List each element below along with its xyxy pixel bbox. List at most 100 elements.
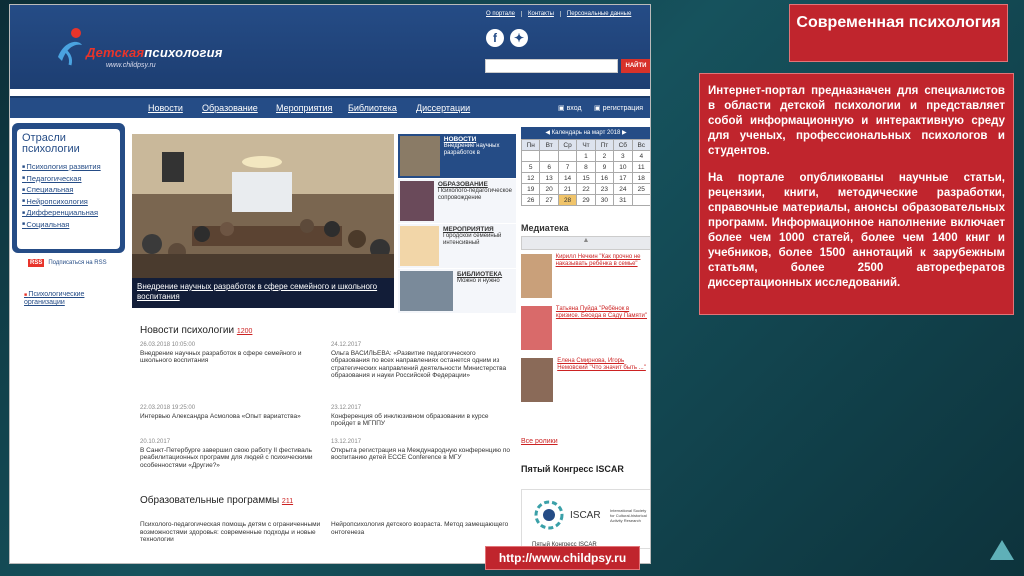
calendar-day[interactable]: 22 xyxy=(576,183,596,195)
calendar-day[interactable]: 2 xyxy=(594,150,615,162)
nav-library[interactable]: Библиотека xyxy=(348,103,397,113)
media-item[interactable]: Елена Смирнова, Игорь Немовский "Что зна… xyxy=(521,358,650,406)
calendar-day[interactable]: 24 xyxy=(613,183,633,195)
news-date: 13.12.2017 xyxy=(331,439,362,445)
calendar-day[interactable]: 27 xyxy=(539,194,559,206)
calendar-day[interactable]: 20 xyxy=(539,183,559,195)
side-news-item[interactable]: ОБРАЗОВАНИЕ Психолого-педагогическое сопр… xyxy=(398,179,516,223)
top-link-personal-data[interactable]: Персональные данные xyxy=(567,11,637,17)
branch-link[interactable]: Психология развития xyxy=(22,161,115,173)
calendar-day[interactable]: 15 xyxy=(576,172,596,184)
search-input[interactable] xyxy=(485,59,618,73)
nav-events[interactable]: Мероприятия xyxy=(276,103,332,113)
edu-item[interactable]: Нейропсихология детского возраста. Метод… xyxy=(331,521,513,536)
calendar-day[interactable]: 29 xyxy=(576,194,596,206)
calendar-day[interactable]: 11 xyxy=(631,161,650,173)
branch-link[interactable]: Дифференциальная xyxy=(22,207,115,219)
calendar-day[interactable]: 14 xyxy=(557,172,578,184)
slide-title: Современная психология xyxy=(789,4,1008,62)
register-link[interactable]: ▣ регистрация xyxy=(594,104,643,112)
calendar-day[interactable]: 6 xyxy=(539,161,559,173)
next-slide-icon[interactable] xyxy=(990,540,1014,560)
calendar-day[interactable]: 9 xyxy=(594,161,615,173)
calendar-day[interactable]: 10 xyxy=(613,161,633,173)
side-news-item[interactable]: БИБЛИОТЕКА Можно и нужно xyxy=(398,269,516,313)
calendar-day[interactable]: 18 xyxy=(631,172,650,184)
calendar-day[interactable]: 26 xyxy=(520,194,541,206)
media-item[interactable]: Кирилл Нечкин "Как прочно не наказывать … xyxy=(521,254,650,302)
calendar-day[interactable]: 23 xyxy=(594,183,615,195)
media-item[interactable]: Татьяна Пуйда "Ребёнок в кризисе. Беседа… xyxy=(521,306,650,354)
calendar: ◀ Календарь на март 2018 ▶ Пн Вт Ср Чт Пт Сб В… xyxy=(520,127,650,206)
calendar-day[interactable]: 3 xyxy=(613,150,633,162)
calendar-day[interactable]: 4 xyxy=(631,150,650,162)
side-news-item[interactable]: МЕРОПРИЯТИЯ Городской семейный интенсивны… xyxy=(398,224,516,268)
twitter-icon[interactable]: ✦ xyxy=(510,29,528,47)
calendar-weekday: Пт xyxy=(594,139,615,151)
calendar-day xyxy=(557,150,578,162)
calendar-day xyxy=(631,194,650,206)
calendar-day[interactable]: 17 xyxy=(613,172,633,184)
calendar-title: Календарь на март 2018 xyxy=(551,130,621,136)
calendar-weekday: Пн xyxy=(520,139,541,151)
rss-link[interactable]: RSS Подписаться на RSS xyxy=(28,259,107,267)
login-link[interactable]: ▣ вход xyxy=(558,104,582,112)
calendar-day[interactable]: 12 xyxy=(520,172,541,184)
facebook-icon[interactable]: f xyxy=(486,29,504,47)
calendar-day[interactable]: 25 xyxy=(631,183,650,195)
nav-dissertations[interactable]: Диссертации xyxy=(416,103,470,113)
calendar-day[interactable]: 21 xyxy=(557,183,578,195)
nav-news[interactable]: Новости xyxy=(148,103,183,113)
slide-url[interactable]: http://www.childpsy.ru xyxy=(485,546,640,570)
main-news-caption[interactable]: Внедрение научных разработок в сфере сем… xyxy=(132,278,394,308)
calendar-day[interactable]: 8 xyxy=(576,161,596,173)
edu-item[interactable]: Психолого-педагогическая помощь детям с … xyxy=(140,521,322,544)
calendar-day[interactable]: 13 xyxy=(539,172,559,184)
branch-link[interactable]: Социальная xyxy=(22,219,115,231)
all-videos-link[interactable]: Все ролики xyxy=(521,438,558,445)
news-item[interactable]: 20.10.2017 В Санкт-Петербурге завершил св… xyxy=(140,439,322,469)
branch-link[interactable]: Специальная xyxy=(22,184,115,196)
branch-link[interactable]: Нейропсихология xyxy=(22,196,115,208)
calendar-weekday: Вс xyxy=(631,139,650,151)
side-news-text: Можно и нужно xyxy=(457,278,500,284)
edu-count-link[interactable]: 211 xyxy=(282,498,293,505)
top-link-contacts[interactable]: Контакты xyxy=(528,11,561,17)
media-thumb xyxy=(521,254,552,298)
news-item[interactable]: 24.12.2017 Ольга ВАСИЛЬЕВА: «Развитие пед… xyxy=(331,342,513,380)
news-text: Открыта регистрация на Международную кон… xyxy=(331,446,510,462)
news-count-link[interactable]: 1200 xyxy=(237,328,253,335)
main-news-photo[interactable]: Внедрение научных разработок в сфере сем… xyxy=(132,134,394,308)
news-text: Интервью Александра Асмолова «Опыт вариа… xyxy=(140,412,301,420)
logo-url: www.childpsy.ru xyxy=(106,62,156,69)
search-button[interactable]: НАЙТИ xyxy=(621,59,650,73)
news-item[interactable]: 22.03.2018 19:25:00 Интервью Александра А… xyxy=(140,405,322,420)
branch-link[interactable]: Педагогическая xyxy=(22,173,115,185)
calendar-day[interactable]: 28 xyxy=(557,194,578,206)
psych-orgs-link[interactable]: Психологические организации xyxy=(24,291,114,307)
calendar-day[interactable]: 30 xyxy=(594,194,615,206)
rss-text: Подписаться на RSS xyxy=(48,260,107,266)
news-item[interactable]: 23.12.2017 Конференция об инклюзивном обр… xyxy=(331,405,513,428)
nav-education[interactable]: Образование xyxy=(202,103,258,113)
side-news-title: МЕРОПРИЯТИЯ xyxy=(442,226,494,233)
news-text: Ольга ВАСИЛЬЕВА: «Развитие педагогическо… xyxy=(331,349,507,380)
calendar-day xyxy=(539,150,559,162)
media-scroll-up[interactable]: ▲ xyxy=(521,236,650,250)
calendar-day[interactable]: 5 xyxy=(520,161,541,173)
calendar-day[interactable]: 1 xyxy=(576,150,596,162)
side-news-item[interactable]: НОВОСТИ Внедрение научных разработок в xyxy=(398,134,516,178)
calendar-day[interactable]: 19 xyxy=(520,183,541,195)
news-item[interactable]: 26.03.2018 10:05:00 Внедрение научных раз… xyxy=(140,342,322,365)
news-item[interactable]: 13.12.2017 Открыта регистрация на Междуна… xyxy=(331,439,513,462)
media-library: Медиатека ▲ Кирилл Нечкин "Как прочно не… xyxy=(521,223,650,406)
logo-title[interactable]: Детскаяпсихология xyxy=(86,45,223,60)
logo-title-left: Детская xyxy=(86,45,145,60)
slide-description: Интернет-портал предназначен для специал… xyxy=(699,73,1014,315)
calendar-day[interactable]: 7 xyxy=(557,161,578,173)
news-text: В Санкт-Петербурге завершил свою работу … xyxy=(140,446,313,469)
calendar-day[interactable]: 31 xyxy=(613,194,633,206)
calendar-day[interactable]: 16 xyxy=(594,172,615,184)
top-link-about[interactable]: О портале xyxy=(486,11,522,17)
iscar-banner[interactable]: ISCAR International Society for Cultural… xyxy=(521,489,650,549)
